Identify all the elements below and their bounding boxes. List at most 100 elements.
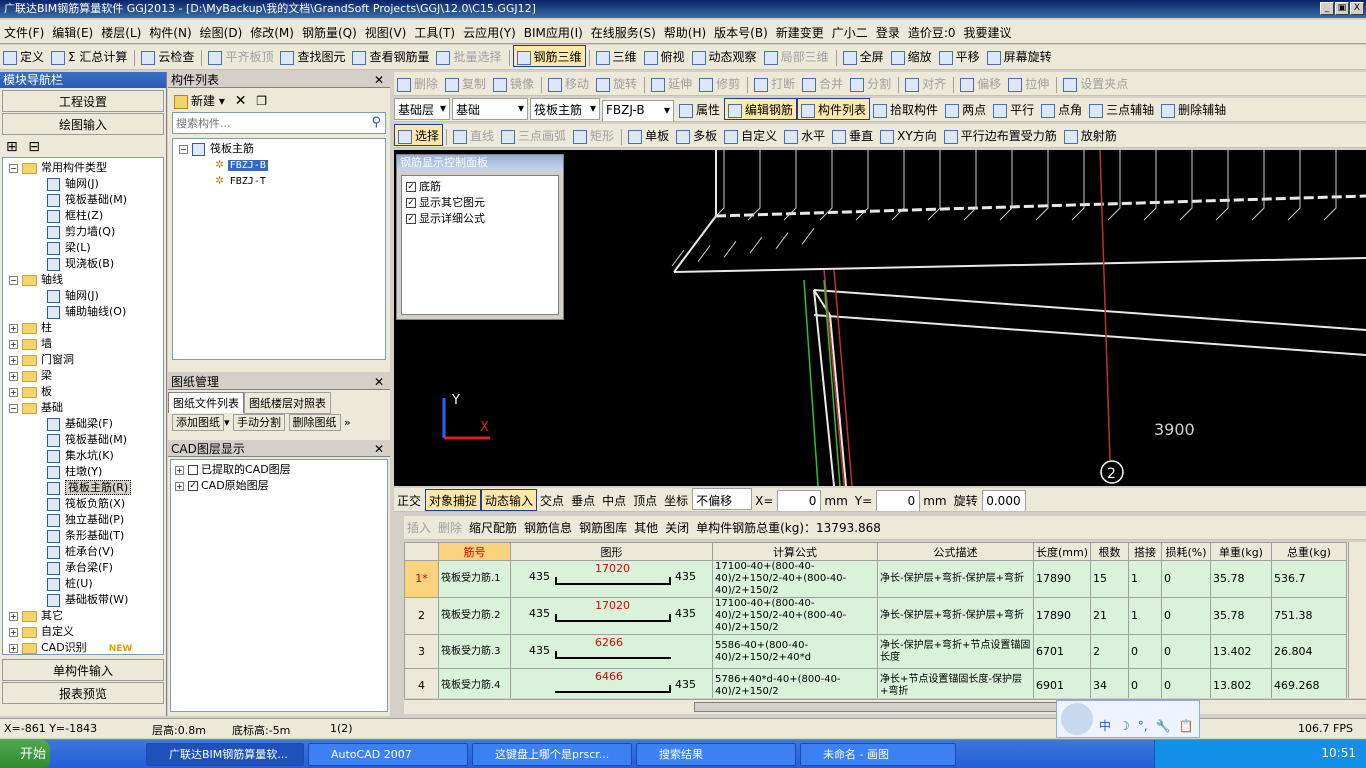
snap-item-11[interactable]: mm (821, 491, 851, 511)
header-0[interactable]: 筋号 (438, 542, 511, 561)
snap-item-15[interactable]: 旋转 (951, 489, 982, 511)
tree-node-4[interactable]: 剪力墙(Q) (3, 224, 163, 240)
collapse-all-icon[interactable]: ⊟ (28, 139, 40, 155)
tb1-9[interactable]: 俯视 (641, 45, 689, 67)
grid-tool-2[interactable]: 缩尺配筋 (466, 516, 521, 538)
tree-node-29[interactable]: + 自定义 (3, 624, 163, 640)
tb1-1[interactable]: Σ 汇总计算 (48, 45, 131, 67)
cell-shape[interactable]: 435 17020 435 (510, 597, 713, 635)
menu-item-16[interactable]: 登录 (872, 20, 904, 41)
tb3-item-1[interactable]: 编辑钢筋 (724, 98, 798, 120)
tb3-item-5[interactable]: 平行 (990, 98, 1038, 120)
add-drawing-button[interactable]: 添加图纸 (172, 414, 224, 431)
expand-toggle[interactable]: + (9, 323, 18, 333)
header-5[interactable]: 根数 (1090, 542, 1129, 561)
expand-toggle[interactable]: + (175, 481, 184, 491)
expand-toggle[interactable]: + (9, 611, 18, 621)
cell-count[interactable]: 15 (1090, 560, 1129, 598)
tb2-6[interactable]: 修剪 (696, 72, 744, 94)
tab-drawing-files[interactable]: 图纸文件列表 (168, 392, 244, 413)
tb2-12[interactable]: 拉伸 (1005, 72, 1053, 94)
restore-button[interactable]: ▣ (1335, 2, 1349, 15)
snap-item-13[interactable]: 0 (876, 490, 921, 511)
tree-node-14[interactable]: + 板 (3, 384, 163, 400)
start-button[interactable]: 开始 (0, 740, 50, 768)
cell-length[interactable]: 6901 (1033, 668, 1091, 698)
cell-lap[interactable]: 1 (1128, 597, 1162, 635)
collapse-toggle[interactable]: − (179, 144, 188, 154)
tree-node-6[interactable]: 现浇板(B) (3, 256, 163, 272)
cell-shape[interactable]: 435 17020 435 (510, 560, 713, 598)
tb1-10[interactable]: 动态观察 (689, 45, 761, 67)
combo-comp[interactable]: FBZJ-B ▾ (602, 100, 674, 121)
tb2-4[interactable]: 旋转 (593, 72, 641, 94)
combo-floor[interactable]: 基础层 ▾ (394, 98, 450, 120)
tb4-8[interactable]: 垂直 (829, 124, 877, 146)
cell-rn[interactable]: 1* (404, 560, 439, 598)
tb4-5[interactable]: 多板 (673, 124, 721, 146)
cell-formula[interactable]: 5586-40+(800-40-40)/2+150/2+40*d (712, 634, 878, 669)
cell-desc[interactable]: 净长-保护层+弯折-保护层+弯折 (877, 597, 1034, 635)
grid-tool-1[interactable]: 删除 (435, 516, 466, 538)
grid-tool-6[interactable]: 关闭 (662, 516, 693, 538)
collapse-toggle[interactable]: − (9, 403, 18, 413)
cell-lap[interactable]: 0 (1128, 634, 1162, 669)
cell-loss[interactable]: 0 (1161, 668, 1211, 698)
expand-toggle[interactable]: + (175, 465, 184, 475)
expand-toggle[interactable]: + (9, 387, 18, 397)
tree-node-26[interactable]: 桩(U) (3, 576, 163, 592)
tb4-4[interactable]: 单板 (625, 124, 673, 146)
cell-rn[interactable]: 2 (404, 597, 439, 635)
tree-node-15[interactable]: − 基础 (3, 400, 163, 416)
snap-item-14[interactable]: mm (920, 491, 950, 511)
header-9[interactable]: 总重(kg) (1271, 542, 1347, 561)
tree-node-9[interactable]: 辅助轴线(O) (3, 304, 163, 320)
tb3-item-0[interactable]: 属性 (676, 98, 724, 120)
cell-unit-weight[interactable]: 35.78 (1210, 560, 1272, 598)
cell-shape[interactable]: 6466 435 (510, 668, 713, 698)
tb2-0[interactable]: 删除 (394, 72, 442, 94)
menu-item-10[interactable]: BIM应用(I) (520, 20, 587, 41)
tree-node-16[interactable]: 基础梁(F) (3, 416, 163, 432)
tree-node-23[interactable]: 条形基础(T) (3, 528, 163, 544)
tb3-item-8[interactable]: 删除辅轴 (1158, 98, 1230, 120)
snap-item-16[interactable]: 0.000 (981, 490, 1026, 511)
tb2-3[interactable]: 移动 (545, 72, 593, 94)
snap-item-4[interactable]: 垂点 (568, 489, 599, 511)
cell-name[interactable]: 筏板受力筋.1 (438, 560, 511, 598)
tb1-3[interactable]: 平齐板顶 (205, 45, 277, 67)
component-item-fbzj-b[interactable]: FBZJ-B (227, 160, 268, 171)
ime-button-1[interactable]: ☽ (1119, 719, 1130, 733)
ime-button-0[interactable]: 中 (1099, 719, 1111, 733)
menu-item-0[interactable]: 文件(F) (0, 20, 48, 41)
tree-node-10[interactable]: + 柱 (3, 320, 163, 336)
tb4-3[interactable]: 矩形 (570, 124, 618, 146)
header-7[interactable]: 损耗(%) (1161, 542, 1211, 561)
layer-checkbox-original[interactable]: ✓ (188, 481, 198, 491)
tree-node-20[interactable]: 筏板主筋(R) (3, 480, 163, 496)
snap-item-8[interactable]: 不偏移 (692, 488, 753, 510)
grid-tool-4[interactable]: 钢筋图库 (576, 516, 631, 538)
snap-item-6[interactable]: 顶点 (630, 489, 661, 511)
ime-avatar[interactable] (1061, 703, 1093, 735)
ime-button-2[interactable]: °, (1138, 719, 1148, 733)
cell-name[interactable]: 筏板受力筋.4 (438, 668, 511, 698)
tb1-4[interactable]: 查找图元 (277, 45, 349, 67)
snap-item-3[interactable]: 交点 (537, 489, 568, 511)
menu-item-3[interactable]: 构件(N) (145, 20, 195, 41)
tree-node-12[interactable]: + 门窗洞 (3, 352, 163, 368)
menu-item-7[interactable]: 视图(V) (361, 20, 411, 41)
tb2-1[interactable]: 复制 (442, 72, 490, 94)
cell-desc[interactable]: 净长+节点设置锚固长度-保护层+弯折 (877, 668, 1034, 698)
menu-item-17[interactable]: 造价豆:0 (904, 20, 960, 41)
cell-loss[interactable]: 0 (1161, 634, 1211, 669)
tree-node-24[interactable]: 桩承台(V) (3, 544, 163, 560)
cell-total-weight[interactable]: 469.268 (1271, 668, 1347, 698)
tb2-11[interactable]: 偏移 (957, 72, 1005, 94)
vertical-scrollbar[interactable] (1348, 542, 1364, 698)
tab-drawing-floor-map[interactable]: 图纸楼层对照表 (244, 392, 331, 414)
cell-desc[interactable]: 净长-保护层+弯折-保护层+弯折 (877, 560, 1034, 598)
tb4-11[interactable]: 放射筋 (1061, 124, 1121, 146)
tb1-11[interactable]: 局部三维 (761, 45, 833, 67)
snap-item-1[interactable]: 对象捕捉 (425, 489, 482, 511)
